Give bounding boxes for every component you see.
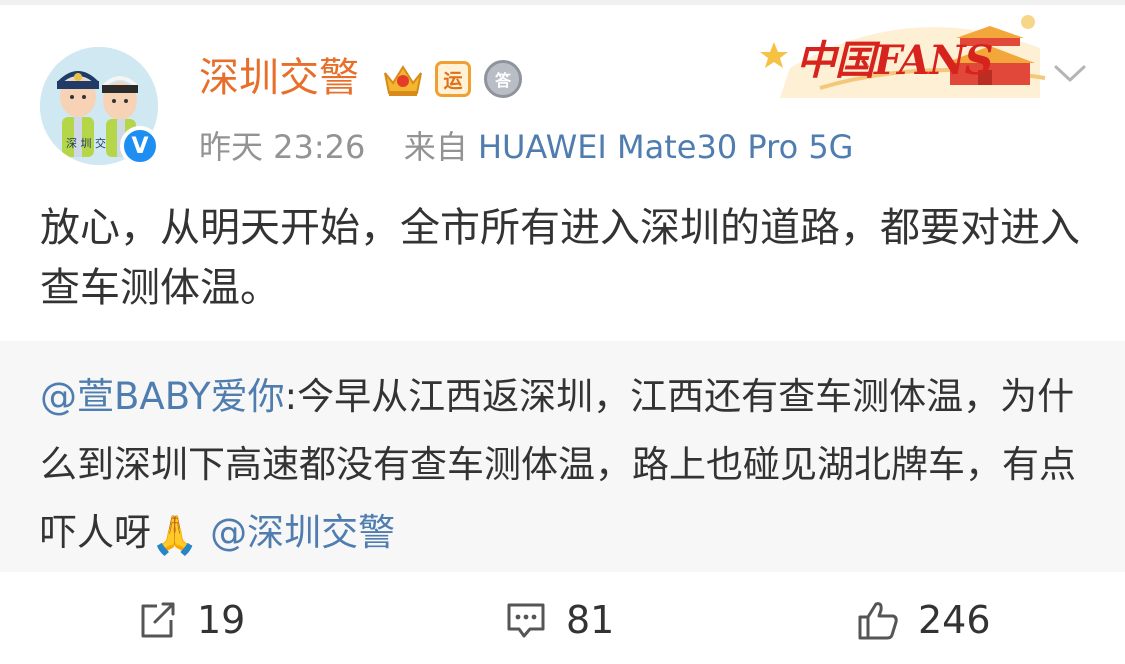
top-divider [0,0,1125,5]
repost-count: 19 [197,598,246,642]
medal-badge-icon[interactable]: 答 [484,60,522,98]
action-bar: 19 81 246 [0,572,1125,664]
post-time: 昨天 23:26 [199,128,366,166]
post-body: 放心，从明天开始，全市所有进入深圳的道路，都要对进入查车测体温。 [40,205,1080,311]
comment-icon [507,603,545,638]
chevron-down-icon[interactable] [1052,58,1088,88]
avatar-caption: 深 圳 交 [66,136,106,150]
yun-badge-icon[interactable]: 运 [435,61,471,97]
repost-icon [141,602,175,638]
like-button[interactable]: 246 [856,598,991,642]
device-link[interactable]: HUAWEI Mate30 Pro 5G [478,128,854,166]
china-fans-label: 中国FANS [796,37,994,84]
thumbs-up-icon [858,602,898,640]
post-meta: 昨天 23:26 来自 HUAWEI Mate30 Pro 5G [199,126,853,168]
like-count: 246 [918,598,991,642]
retweet-user-mention[interactable]: @萱BABY爱你 [40,375,285,418]
author-name[interactable]: 深圳交警 [199,52,359,104]
repost-button[interactable]: 19 [135,598,245,642]
comment-count: 81 [566,598,615,642]
verified-badge-icon: V [120,126,160,166]
retweet-block[interactable]: @萱BABY爱你:今早从江西返深圳，江西还有查车测体温，为什么到深圳下高速都没有… [0,341,1125,572]
source-prefix: 来自 [403,128,468,166]
retweet-text: @萱BABY爱你:今早从江西返深圳，江西还有查车测体温，为什么到深圳下高速都没有… [40,363,1090,569]
pray-emoji-icon: 🙏 [151,512,199,557]
comment-button[interactable]: 81 [504,598,614,642]
crown-badge-icon[interactable] [381,59,425,99]
retweet-mention-end[interactable]: @深圳交警 [198,511,395,554]
